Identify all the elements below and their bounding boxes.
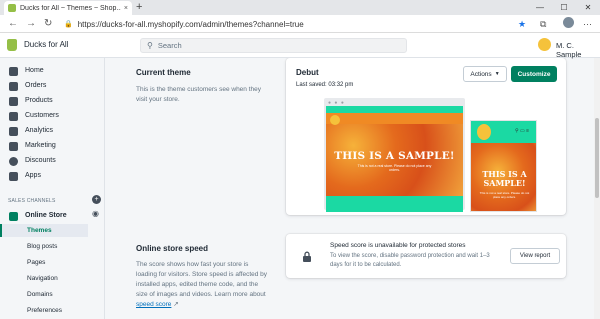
sidebar: Home Orders Products Customers Analytics… (0, 58, 105, 319)
avatar[interactable] (538, 38, 551, 51)
preview-subtitle: This is not a real store. Please do not … (357, 164, 432, 172)
sidebar-item-label: Orders (25, 82, 47, 89)
duck-logo-icon (330, 115, 340, 125)
current-theme-description: This is the theme customers see when the… (136, 86, 262, 103)
shop-name[interactable]: Ducks for All (24, 40, 68, 49)
search-icon: ⚲ (147, 41, 153, 50)
preview-footer (326, 196, 463, 212)
sidebar-item-label: Online Store (25, 212, 67, 219)
view-report-button[interactable]: View report (510, 248, 560, 264)
more-menu-icon[interactable]: ⋯ (583, 18, 592, 30)
url-field[interactable]: 🔒 https://ducks-for-all.myshopify.com/ad… (64, 17, 534, 31)
external-link-icon: ↗ (173, 301, 179, 308)
add-channel-icon[interactable]: + (92, 195, 101, 204)
favorite-star-icon[interactable]: ★ (518, 18, 526, 30)
apps-grid-icon (9, 172, 18, 181)
speed-alert-card: Speed score is unavailable for protected… (286, 234, 566, 278)
mobile-nav-icons: ⚲ ▭ ≡ (515, 128, 530, 134)
speed-score-link[interactable]: speed score (136, 301, 171, 308)
tab-close-icon[interactable]: × (124, 5, 128, 12)
speed-description-text: The score shows how fast your store is l… (136, 261, 268, 298)
reload-icon[interactable]: ↻ (44, 18, 52, 30)
view-store-eye-icon[interactable]: ◉ (92, 209, 99, 218)
customize-button[interactable]: Customize (511, 66, 557, 82)
chevron-down-icon: ▼ (494, 71, 500, 77)
new-tab-icon[interactable]: + (136, 1, 142, 14)
speed-description: The score shows how fast your store is l… (136, 260, 268, 310)
tab-title: Ducks for All ~ Themes ~ Shop... (20, 4, 121, 12)
preview-title: THIS IS A SAMPLE! (334, 150, 455, 162)
shopify-favicon-icon (8, 4, 16, 12)
shopify-topbar: Ducks for All ⚲ Search M. C. Sample (0, 33, 600, 59)
last-saved: Last saved: 03:32 pm (296, 82, 354, 88)
mobile-preview-title: THIS IS A SAMPLE! (482, 169, 527, 188)
home-icon (9, 67, 18, 76)
sales-channels-heading: SALES CHANNELS (8, 198, 56, 204)
desktop-theme-preview[interactable]: THIS IS A SAMPLE! This is not a real sto… (326, 106, 463, 212)
shopify-logo-icon[interactable] (7, 39, 17, 51)
current-theme-heading: Current theme (136, 68, 191, 77)
sidebar-item-label: Products (25, 97, 53, 104)
minimize-icon[interactable]: — (528, 0, 552, 15)
duck-logo-icon (477, 124, 491, 140)
sidebar-subitem-navigation[interactable]: Navigation (0, 272, 88, 285)
maximize-icon[interactable]: ☐ (552, 0, 576, 15)
sidebar-item-label: Discounts (25, 157, 56, 164)
scrollbar-thumb[interactable] (595, 118, 599, 198)
user-name[interactable]: M. C. Sample (556, 41, 600, 59)
mobile-theme-preview[interactable]: ⚲ ▭ ≡ THIS IS A SAMPLE! This is not a re… (470, 120, 537, 212)
sidebar-subitem-pages[interactable]: Pages (0, 256, 88, 269)
sidebar-subitem-themes[interactable]: Themes (0, 224, 88, 237)
analytics-bar-icon (9, 127, 18, 136)
current-theme-card: Debut Last saved: 03:32 pm Actions ▼ Cus… (286, 58, 566, 215)
orders-icon (9, 82, 18, 91)
preview-header (326, 106, 463, 113)
actions-label: Actions (470, 70, 492, 78)
discounts-icon (9, 157, 18, 166)
actions-button[interactable]: Actions ▼ (463, 66, 507, 82)
theme-name: Debut (296, 68, 319, 77)
products-tag-icon (9, 97, 18, 106)
main-content: Current theme This is the theme customer… (106, 58, 600, 319)
search-placeholder: Search (157, 41, 182, 50)
lock-icon (303, 251, 311, 262)
online-store-icon (9, 212, 18, 221)
url-text: https://ducks-for-all.myshopify.com/admi… (77, 19, 304, 29)
browser-profile-icon[interactable] (563, 17, 574, 28)
marketing-megaphone-icon (9, 142, 18, 151)
sidebar-item-label: Customers (25, 112, 59, 119)
mobile-preview-subtitle: This is not a real store. Please do not … (479, 191, 530, 199)
browser-tabstrip: Ducks for All ~ Themes ~ Shop... × + — ☐… (0, 0, 600, 15)
browser-tab[interactable]: Ducks for All ~ Themes ~ Shop... × (4, 1, 132, 15)
sidebar-subitem-blog-posts[interactable]: Blog posts (0, 240, 88, 253)
close-window-icon[interactable]: ✕ (576, 0, 600, 15)
sidebar-item-label: Marketing (25, 142, 56, 149)
speed-alert-body: To view the score, disable password prot… (330, 253, 490, 268)
speed-alert-title: Speed score is unavailable for protected… (330, 242, 466, 249)
collections-icon[interactable]: ⧉ (540, 18, 546, 30)
sidebar-item-label: Home (25, 67, 44, 74)
search-input[interactable]: ⚲ Search (140, 38, 407, 53)
forward-icon[interactable]: → (26, 18, 36, 30)
customers-icon (9, 112, 18, 121)
address-bar: ← → ↻ 🔒 https://ducks-for-all.myshopify.… (0, 15, 600, 33)
back-icon[interactable]: ← (8, 18, 18, 30)
speed-heading: Online store speed (136, 244, 209, 253)
sidebar-item-label: Apps (25, 172, 41, 179)
sidebar-subitem-domains[interactable]: Domains (0, 288, 88, 301)
sidebar-item-label: Analytics (25, 127, 54, 134)
lock-icon: 🔒 (64, 21, 73, 28)
sidebar-subitem-preferences[interactable]: Preferences (0, 304, 88, 317)
